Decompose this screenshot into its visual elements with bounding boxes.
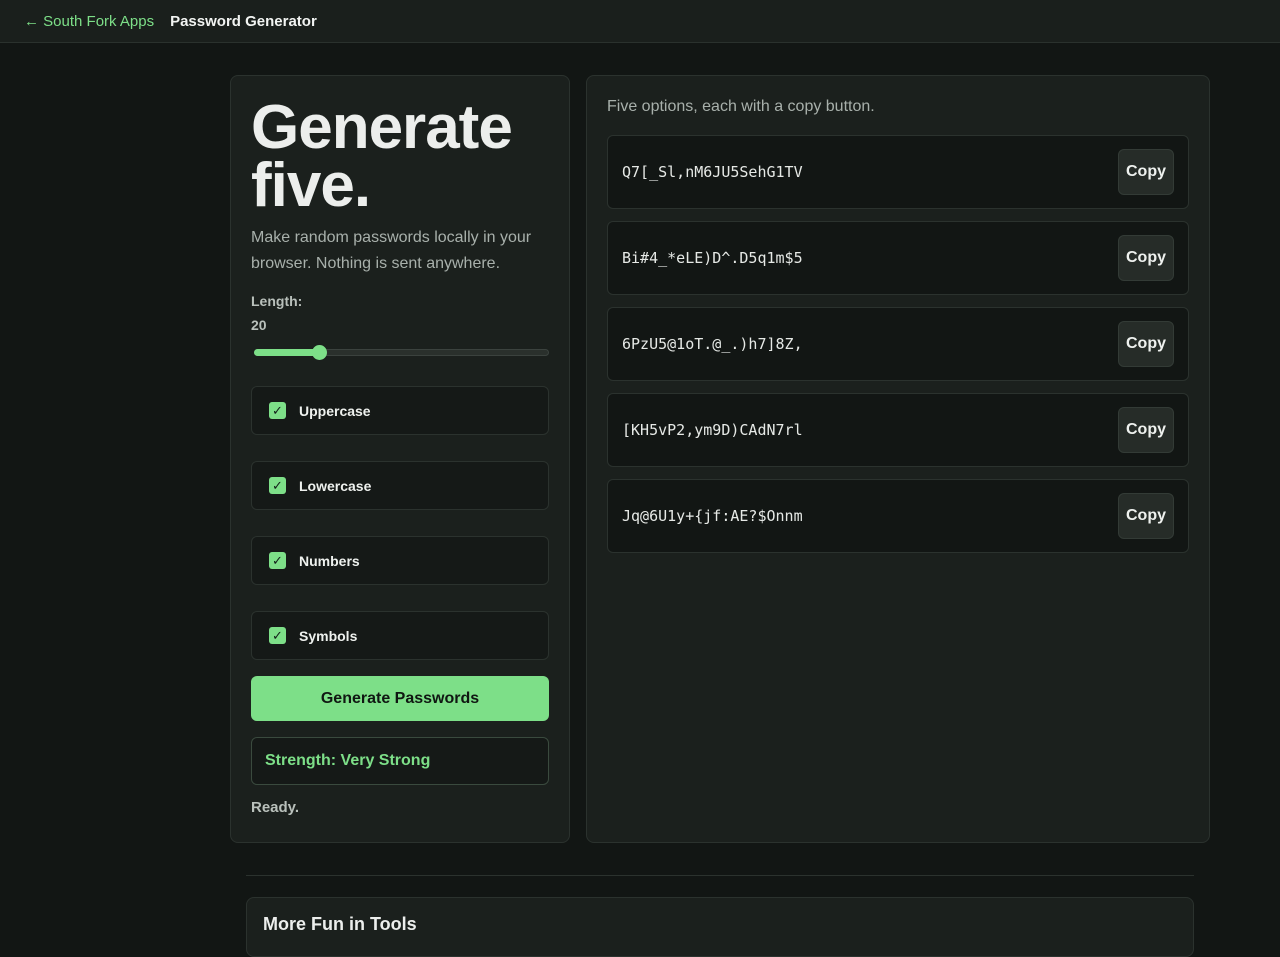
- password-text[interactable]: Q7[_Sl,nM6JU5SehG1TV: [622, 163, 803, 181]
- option-label: Symbols: [299, 627, 358, 644]
- password-text[interactable]: [KH5vP2,ym9D)CAdN7rl: [622, 421, 803, 439]
- option-label: Lowercase: [299, 477, 372, 494]
- slider-fill: [254, 349, 319, 356]
- option-uppercase[interactable]: ✓ Uppercase: [251, 386, 549, 435]
- headline: Generate five.: [251, 93, 549, 220]
- more-tools-title: More Fun in Tools: [263, 914, 417, 934]
- password-row: Q7[_Sl,nM6JU5SehG1TV Copy: [607, 135, 1189, 209]
- option-numbers[interactable]: ✓ Numbers: [251, 536, 549, 585]
- option-label: Uppercase: [299, 402, 371, 419]
- back-link[interactable]: ← South Fork Apps: [24, 13, 154, 30]
- headline-line-1: Generate: [251, 93, 513, 162]
- copy-button[interactable]: Copy: [1118, 149, 1174, 195]
- copy-button[interactable]: Copy: [1118, 235, 1174, 281]
- top-nav-bar: ← South Fork Apps Password Generator: [0, 0, 1280, 43]
- slider-thumb[interactable]: [311, 345, 327, 360]
- copy-button[interactable]: Copy: [1118, 321, 1174, 367]
- length-value: 20: [251, 317, 267, 333]
- option-symbols[interactable]: ✓ Symbols: [251, 611, 549, 660]
- page-title: Password Generator: [170, 12, 317, 30]
- checkbox-symbols[interactable]: ✓: [269, 627, 286, 644]
- passwords-panel: Five options, each with a copy button. Q…: [586, 75, 1210, 843]
- option-lowercase[interactable]: ✓ Lowercase: [251, 461, 549, 510]
- password-text[interactable]: Jq@6U1y+{jf:AE?$Onnm: [622, 507, 803, 525]
- status-text: Ready.: [251, 799, 300, 816]
- option-label: Numbers: [299, 552, 360, 569]
- copy-button[interactable]: Copy: [1118, 407, 1174, 453]
- checkbox-lowercase[interactable]: ✓: [269, 477, 286, 494]
- more-tools-card: More Fun in Tools: [246, 897, 1194, 957]
- strength-indicator: Strength: Very Strong: [251, 737, 549, 785]
- password-row: Jq@6U1y+{jf:AE?$Onnm Copy: [607, 479, 1189, 553]
- password-row: 6PzU5@1oT.@_.)h7]8Z, Copy: [607, 307, 1189, 381]
- password-text[interactable]: Bi#4_*eLE)D^.D5q1m$5: [622, 249, 803, 267]
- length-slider[interactable]: [251, 344, 549, 364]
- headline-line-2: five.: [251, 151, 371, 220]
- copy-button[interactable]: Copy: [1118, 493, 1174, 539]
- settings-panel: Generate five. Make random passwords loc…: [230, 75, 570, 843]
- generate-passwords-button[interactable]: Generate Passwords: [251, 676, 549, 721]
- checkbox-numbers[interactable]: ✓: [269, 552, 286, 569]
- password-text[interactable]: 6PzU5@1oT.@_.)h7]8Z,: [622, 335, 803, 353]
- password-row: [KH5vP2,ym9D)CAdN7rl Copy: [607, 393, 1189, 467]
- checkbox-uppercase[interactable]: ✓: [269, 402, 286, 419]
- passwords-intro: Five options, each with a copy button.: [607, 98, 875, 115]
- length-label: Length:: [251, 293, 303, 309]
- subtitle: Make random passwords locally in your br…: [251, 229, 532, 272]
- section-divider: [246, 875, 1194, 876]
- password-row: Bi#4_*eLE)D^.D5q1m$5 Copy: [607, 221, 1189, 295]
